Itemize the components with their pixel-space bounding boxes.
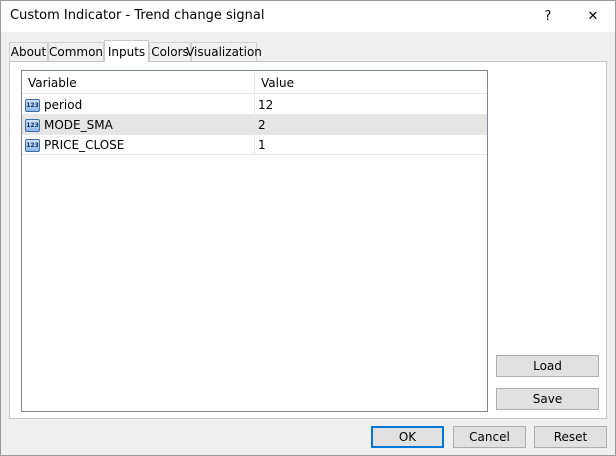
close-button[interactable]: ✕ (571, 1, 615, 32)
inputs-panel: Variable Value 123 period 12 123 MODE_SM… (9, 61, 607, 419)
variable-cell[interactable]: 123 PRICE_CLOSE (22, 135, 255, 155)
tab-inputs[interactable]: Inputs (104, 40, 149, 62)
variable-name: MODE_SMA (44, 118, 113, 132)
table-row[interactable]: 123 PRICE_CLOSE 1 (22, 135, 487, 155)
custom-indicator-dialog: Custom Indicator - Trend change signal ?… (0, 0, 616, 456)
ok-button[interactable]: OK (371, 426, 444, 448)
cancel-button[interactable]: Cancel (453, 426, 526, 448)
column-header-value[interactable]: Value (255, 71, 487, 94)
value-cell[interactable]: 1 (255, 135, 487, 155)
tab-colors[interactable]: Colors (149, 42, 191, 61)
tab-common[interactable]: Common (48, 42, 104, 61)
save-button[interactable]: Save (496, 388, 599, 410)
tab-visualization[interactable]: Visualization (186, 42, 262, 61)
table-row[interactable]: 123 MODE_SMA 2 (22, 115, 487, 135)
grid-header: Variable Value (22, 71, 487, 94)
title-bar: Custom Indicator - Trend change signal ?… (1, 1, 615, 32)
integer-type-icon: 123 (25, 118, 40, 132)
value-cell[interactable]: 12 (255, 95, 487, 115)
value-cell[interactable]: 2 (255, 115, 487, 135)
table-row[interactable]: 123 period 12 (22, 95, 487, 115)
variable-name: PRICE_CLOSE (44, 138, 125, 152)
close-icon: ✕ (587, 9, 599, 24)
integer-type-icon: 123 (25, 138, 40, 152)
inputs-grid: Variable Value 123 period 12 123 MODE_SM… (21, 70, 488, 412)
window-title: Custom Indicator - Trend change signal (10, 8, 265, 23)
help-button[interactable]: ? (526, 1, 570, 32)
variable-cell[interactable]: 123 MODE_SMA (22, 115, 255, 135)
load-button[interactable]: Load (496, 355, 599, 377)
variable-cell[interactable]: 123 period (22, 95, 255, 115)
column-header-variable[interactable]: Variable (22, 71, 255, 94)
integer-type-icon: 123 (25, 98, 40, 112)
tab-about[interactable]: About (9, 42, 48, 61)
reset-button[interactable]: Reset (534, 426, 607, 448)
variable-name: period (44, 98, 83, 112)
